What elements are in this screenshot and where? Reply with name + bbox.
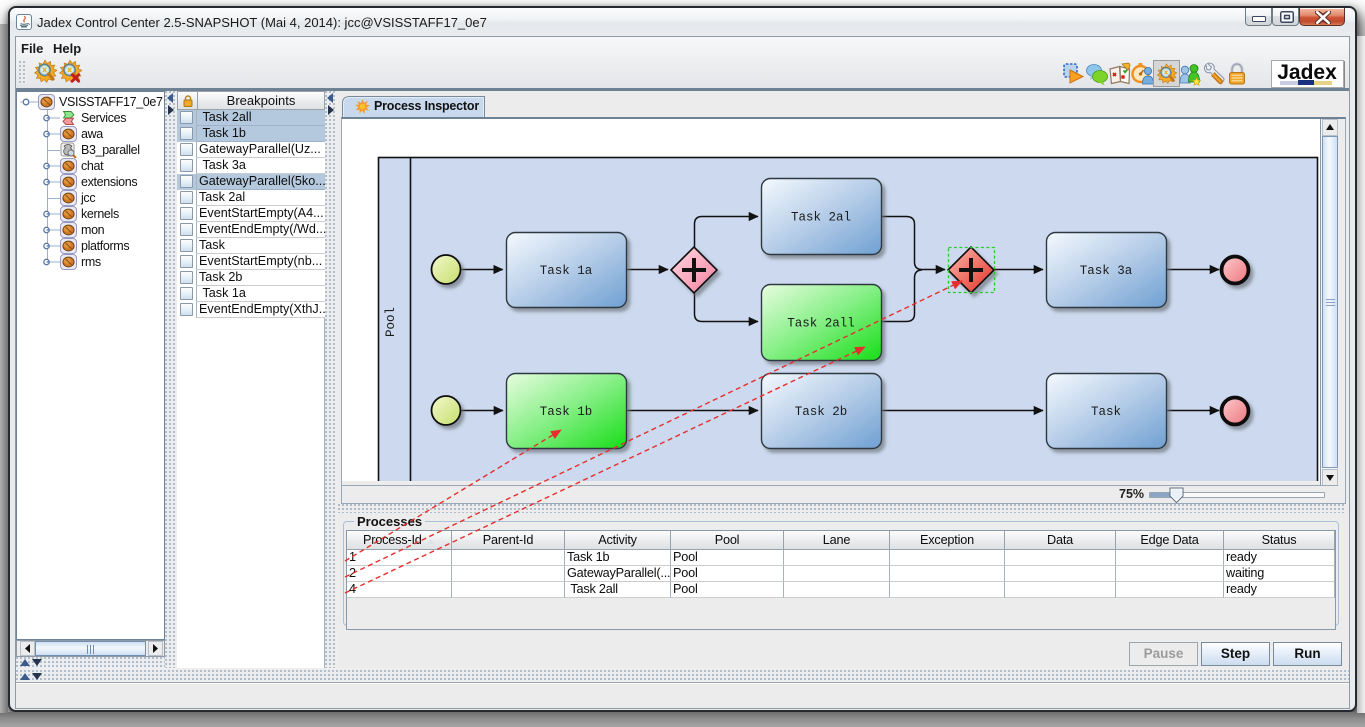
svg-text:Task 2al: Task 2al (791, 211, 851, 225)
svg-text:Task 2b: Task 2b (795, 405, 848, 419)
svg-text:Task 1b: Task 1b (540, 405, 593, 419)
svg-text:Task: Task (1091, 405, 1121, 419)
svg-text:Task 2all: Task 2all (787, 317, 855, 331)
svg-text:Pool: Pool (384, 307, 398, 337)
svg-text:Task 1a: Task 1a (540, 264, 593, 278)
svg-text:Task 3a: Task 3a (1080, 264, 1133, 278)
